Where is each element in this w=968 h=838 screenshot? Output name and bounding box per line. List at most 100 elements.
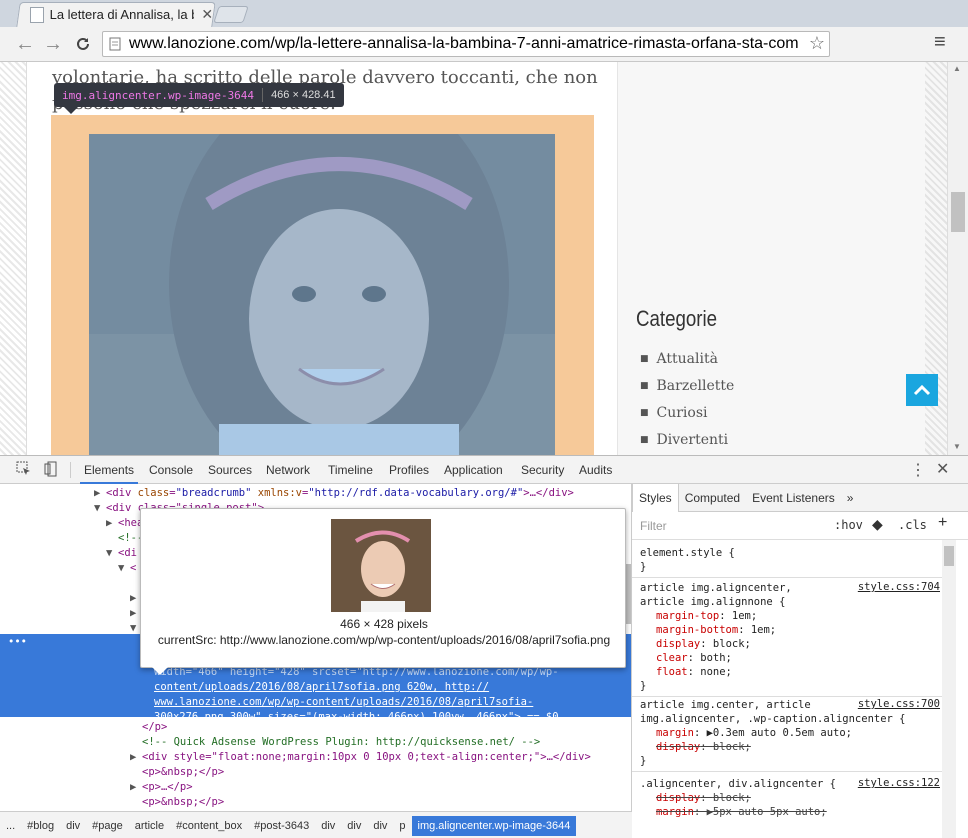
- rule-divider: [632, 696, 942, 697]
- tab-network[interactable]: Network: [266, 456, 310, 484]
- bullet-icon: ■: [640, 408, 649, 418]
- sidebar-title: Categorie: [636, 306, 718, 331]
- breadcrumb-item[interactable]: #content_box: [170, 816, 248, 836]
- rule-selector[interactable]: img.aligncenter, .wp-caption.aligncenter…: [640, 712, 906, 726]
- forward-icon[interactable]: →: [40, 31, 66, 57]
- reload-icon[interactable]: [70, 31, 96, 57]
- breadcrumb-item[interactable]: #page: [86, 816, 129, 836]
- bookmark-star-icon[interactable]: ☆: [809, 33, 825, 54]
- rule-selector[interactable]: article img.center, article: [640, 698, 811, 712]
- sidebar-item-curiosi[interactable]: ■ Curiosi: [640, 405, 708, 421]
- devtools-close-icon[interactable]: ✕: [936, 459, 949, 479]
- tab-audits[interactable]: Audits: [579, 456, 612, 484]
- tab-console[interactable]: Console: [149, 456, 193, 484]
- rule-selector[interactable]: article img.aligncenter,: [640, 581, 792, 595]
- close-tab-icon[interactable]: ✕: [200, 6, 214, 23]
- more-tabs-icon[interactable]: »: [841, 484, 860, 512]
- tab-event-listeners[interactable]: Event Listeners: [746, 484, 841, 512]
- breadcrumb-item[interactable]: div: [315, 816, 341, 836]
- css-property[interactable]: margin-bottom: 1em;: [656, 623, 776, 637]
- sidebar-link[interactable]: Barzellette: [657, 378, 735, 394]
- rule-source-link[interactable]: style.css:700: [858, 698, 940, 710]
- tab-profiles[interactable]: Profiles: [389, 456, 429, 484]
- sidebar-link[interactable]: Divertenti: [657, 432, 729, 448]
- breadcrumb-item-active[interactable]: img.aligncenter.wp-image-3644: [411, 815, 577, 836]
- selection-ellipsis[interactable]: •••: [8, 635, 27, 650]
- image-preview-thumbnail: [331, 519, 431, 612]
- class-toggle[interactable]: .cls: [898, 518, 927, 532]
- breadcrumb-item[interactable]: div: [341, 816, 367, 836]
- css-property[interactable]: clear: both;: [656, 651, 732, 665]
- scroll-down-icon[interactable]: ▼: [953, 442, 961, 451]
- breadcrumb-item[interactable]: div: [367, 816, 393, 836]
- sidebar-link[interactable]: Curiosi: [657, 405, 708, 421]
- selected-node-line[interactable]: www.lanozione.com/wp/wp-content/uploads/…: [154, 695, 533, 710]
- filter-input[interactable]: Filter: [640, 519, 667, 533]
- styles-tabbar: Styles Computed Event Listeners »: [632, 484, 968, 512]
- page-icon: [30, 6, 44, 23]
- tab-security[interactable]: Security: [521, 456, 564, 484]
- sidebar-item-divertenti[interactable]: ■ Divertenti: [640, 432, 728, 448]
- css-property[interactable]: float: none;: [656, 665, 732, 679]
- breadcrumb-item[interactable]: p: [393, 816, 411, 836]
- dom-node[interactable]: <p>&nbsp;</p>: [0, 795, 631, 810]
- css-property[interactable]: margin-top: 1em;: [656, 609, 757, 623]
- devtools-menu-icon[interactable]: ⋮: [910, 460, 926, 480]
- tab-styles[interactable]: Styles: [632, 484, 679, 512]
- image-pixel-size: 466 × 428 pixels: [340, 617, 428, 631]
- rule-selector[interactable]: article img.alignnone {: [640, 595, 785, 609]
- new-rule-button[interactable]: +: [938, 514, 947, 532]
- breadcrumb-item[interactable]: div: [60, 816, 86, 836]
- styles-scrollbar[interactable]: [942, 540, 956, 838]
- inspect-element-icon[interactable]: [16, 461, 32, 480]
- breadcrumb-item[interactable]: #blog: [21, 816, 60, 836]
- breadcrumb-item[interactable]: ...: [0, 816, 21, 836]
- tab-computed[interactable]: Computed: [679, 484, 746, 512]
- css-property[interactable]: display: block;: [656, 637, 751, 651]
- sidebar-item-barzellette[interactable]: ■ Barzellette: [640, 378, 734, 394]
- rule-selector[interactable]: element.style {: [640, 546, 735, 560]
- url-text[interactable]: www.lanozione.com/wp/la-lettere-annalisa…: [129, 35, 799, 53]
- tab-elements[interactable]: Elements: [80, 456, 139, 484]
- breadcrumb-item[interactable]: #post-3643: [248, 816, 315, 836]
- sidebar-link[interactable]: Attualità: [657, 351, 718, 367]
- tab-sources[interactable]: Sources: [208, 456, 252, 484]
- browser-toolbar: ← → www.lanozione.com/wp/la-lettere-anna…: [0, 27, 968, 62]
- new-tab-button[interactable]: [213, 6, 249, 23]
- tab-application[interactable]: Application: [444, 456, 503, 484]
- dom-node[interactable]: ▶ <div style="float:none;margin:10px 0 10…: [0, 750, 631, 765]
- device-mode-icon[interactable]: [44, 461, 58, 480]
- back-to-top-button[interactable]: [906, 374, 938, 406]
- css-property[interactable]: margin: ▶0.3em auto 0.5em auto;: [656, 726, 852, 740]
- breadcrumb-item[interactable]: article: [129, 816, 170, 836]
- rule-source-link[interactable]: style.css:122: [858, 777, 940, 789]
- page-info-icon[interactable]: [109, 37, 121, 56]
- page-scrollbar[interactable]: ▲ ▼: [947, 62, 968, 455]
- image-preview-tooltip: 466 × 428 pixels currentSrc: http://www.…: [140, 508, 626, 668]
- dom-node[interactable]: ▶ <p>…</p>: [0, 780, 631, 795]
- browser-menu-icon[interactable]: ≡: [934, 31, 946, 54]
- scroll-up-icon[interactable]: ▲: [953, 64, 961, 73]
- rule-divider: [632, 771, 942, 772]
- rule-source-link[interactable]: style.css:704: [858, 581, 940, 593]
- diamond-icon[interactable]: ◆: [872, 516, 883, 533]
- hover-state-toggle[interactable]: :hov: [834, 518, 863, 532]
- scrollbar-thumb[interactable]: [944, 546, 954, 566]
- styles-filter-bar: Filter :hov ◆ .cls +: [632, 512, 968, 540]
- tab-timeline[interactable]: Timeline: [328, 456, 373, 484]
- dom-node[interactable]: </p>: [0, 720, 631, 735]
- tab-contents[interactable]: La lettera di Annalisa, la b ✕: [26, 2, 214, 27]
- dom-comment[interactable]: <!-- Quick Adsense WordPress Plugin: htt…: [0, 735, 631, 750]
- css-property-overridden[interactable]: margin: ▶5px auto 5px auto;: [656, 805, 827, 819]
- css-property-overridden[interactable]: display: block;: [656, 791, 751, 805]
- selected-node-line[interactable]: content/uploads/2016/08/april7sofia.png …: [154, 680, 489, 695]
- dom-node[interactable]: <p>&nbsp;</p>: [0, 765, 631, 780]
- sidebar-item-attualita[interactable]: ■ Attualità: [640, 351, 718, 367]
- image-current-src: currentSrc: http://www.lanozione.com/wp/…: [157, 633, 611, 647]
- css-property-overridden[interactable]: display: block;: [656, 740, 751, 754]
- scrollbar-thumb[interactable]: [951, 192, 965, 232]
- rule-selector[interactable]: .aligncenter, div.aligncenter {: [640, 777, 836, 791]
- address-bar[interactable]: www.lanozione.com/wp/la-lettere-annalisa…: [102, 31, 830, 57]
- dom-node[interactable]: ▶ <div class="breadcrumb" xmlns:v="http:/…: [0, 486, 631, 501]
- back-icon[interactable]: ←: [12, 31, 38, 57]
